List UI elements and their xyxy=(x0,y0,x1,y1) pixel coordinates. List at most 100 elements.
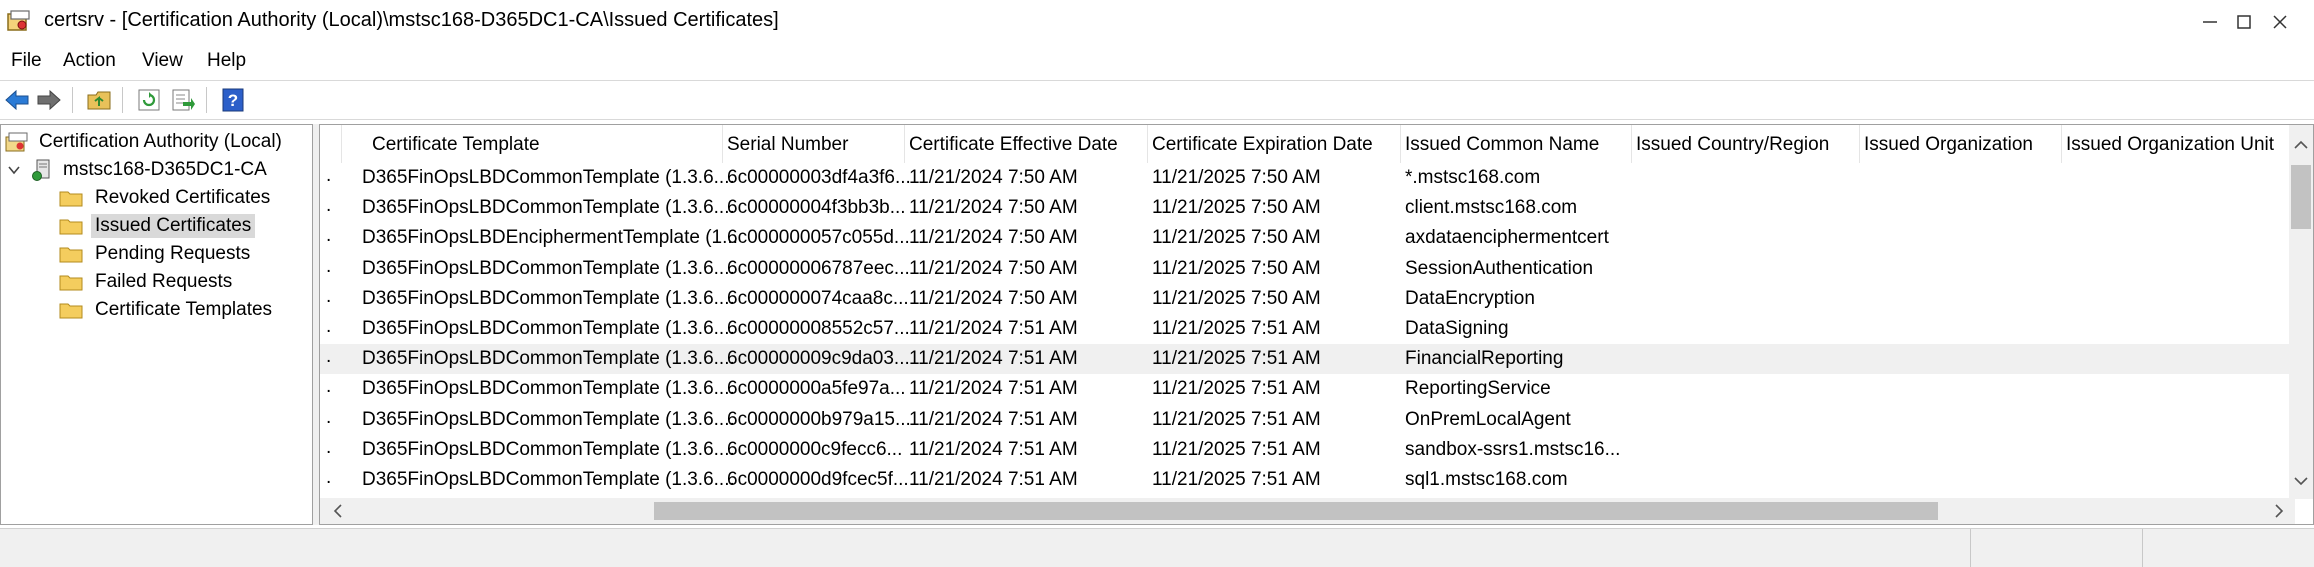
cell-cn: FinancialReporting xyxy=(1405,348,1564,370)
column-header-issued-country[interactable]: Issued Country/Region xyxy=(1632,125,1860,163)
cell-effective: 11/21/2024 7:51 AM xyxy=(909,438,1078,460)
refresh-button[interactable] xyxy=(134,85,164,115)
horizontal-scrollbar[interactable] xyxy=(320,498,2295,524)
cell-cn: sandbox-ssrs1.mstsc16... xyxy=(1405,438,1621,460)
column-header-issued-common-name[interactable]: Issued Common Name xyxy=(1401,125,1632,163)
menu-action[interactable]: Action xyxy=(63,50,116,72)
svg-text:?: ? xyxy=(228,91,238,110)
table-row[interactable]: . D365FinOpsLBDEnciphermentTemplate (1...… xyxy=(320,223,2295,253)
row-marker: . xyxy=(326,316,332,337)
table-row[interactable]: . D365FinOpsLBDCommonTemplate (1.3.6.... 6… xyxy=(320,163,2295,193)
table-row[interactable]: . D365FinOpsLBDCommonTemplate (1.3.6.... 6… xyxy=(320,465,2295,495)
table-row[interactable]: . D365FinOpsLBDCommonTemplate (1.3.6.... 6… xyxy=(320,193,2295,223)
horizontal-scroll-thumb[interactable] xyxy=(654,502,1938,520)
cell-template: D365FinOpsLBDCommonTemplate (1.3.6.... xyxy=(362,348,735,370)
cell-serial: 6c0000000a5fe97a... xyxy=(727,378,906,400)
tree-ca-node[interactable]: mstsc168-D365DC1-CA xyxy=(7,157,271,183)
column-header-effective-date[interactable]: Certificate Effective Date xyxy=(905,125,1148,163)
table-row[interactable]: . D365FinOpsLBDCommonTemplate (1.3.6.... 6… xyxy=(320,435,2295,465)
cell-template: D365FinOpsLBDCommonTemplate (1.3.6.... xyxy=(362,167,735,188)
cell-effective: 11/21/2024 7:51 AM xyxy=(909,378,1078,400)
cell-template: D365FinOpsLBDCommonTemplate (1.3.6.... xyxy=(362,438,735,460)
row-marker: . xyxy=(326,436,332,458)
console-tree[interactable]: Certification Authority (Local) mstsc168… xyxy=(0,124,313,525)
toolbar-separator xyxy=(206,87,207,113)
menu-view[interactable]: View xyxy=(142,50,183,72)
row-marker: . xyxy=(326,195,332,217)
cell-template: D365FinOpsLBDCommonTemplate (1.3.6.... xyxy=(362,197,735,219)
row-marker: . xyxy=(326,285,332,307)
column-header-marker[interactable] xyxy=(320,125,342,163)
cell-effective: 11/21/2024 7:50 AM xyxy=(909,167,1078,188)
chevron-down-icon[interactable] xyxy=(7,163,21,177)
results-list[interactable]: Certificate Template Serial Number Certi… xyxy=(319,124,2314,525)
column-header-row: Certificate Template Serial Number Certi… xyxy=(320,125,2295,163)
up-folder-icon xyxy=(87,91,111,110)
row-marker: . xyxy=(326,406,332,428)
status-divider xyxy=(2142,529,2143,567)
cell-serial: 6c0000000c9fecc6... xyxy=(727,438,903,460)
tree-item-label: Issued Certificates xyxy=(91,214,256,238)
tree-item-revoked-certificates[interactable]: Revoked Certificates xyxy=(59,185,274,211)
export-list-button[interactable] xyxy=(168,85,198,115)
back-button[interactable] xyxy=(2,85,32,115)
tree-root[interactable]: Certification Authority (Local) xyxy=(5,129,286,155)
cell-cn: client.mstsc168.com xyxy=(1405,197,1578,219)
folder-icon xyxy=(59,191,83,207)
toolbar: ? xyxy=(0,81,2314,120)
certification-authority-icon xyxy=(5,132,28,152)
table-row[interactable]: . D365FinOpsLBDCommonTemplate (1.3.6.... 6… xyxy=(320,405,2295,435)
scroll-up-icon[interactable] xyxy=(2289,133,2313,157)
table-row[interactable]: . D365FinOpsLBDCommonTemplate (1.3.6.... 6… xyxy=(320,344,2295,375)
cell-serial: 6c00000008552c57... xyxy=(727,318,910,339)
tree-item-failed-requests[interactable]: Failed Requests xyxy=(59,269,236,295)
forward-button[interactable] xyxy=(34,85,64,115)
ca-server-icon xyxy=(32,159,50,181)
tree-item-label: Certificate Templates xyxy=(95,299,273,320)
cell-serial: 6c00000003df4a3f6... xyxy=(727,167,911,188)
cell-cn: DataSigning xyxy=(1405,318,1509,339)
up-level-button[interactable] xyxy=(84,85,114,115)
cell-effective: 11/21/2024 7:51 AM xyxy=(909,469,1078,490)
table-row[interactable]: . D365FinOpsLBDCommonTemplate (1.3.6.... 6… xyxy=(320,254,2295,284)
tree-item-issued-certificates[interactable]: Issued Certificates xyxy=(59,213,256,239)
column-header-expiration-date[interactable]: Certificate Expiration Date xyxy=(1148,125,1401,163)
cell-serial: 6c00000004f3bb3b... xyxy=(727,197,906,219)
vertical-scrollbar[interactable] xyxy=(2289,125,2313,499)
cell-expiration: 11/21/2025 7:50 AM xyxy=(1152,287,1321,309)
tree-item-pending-requests[interactable]: Pending Requests xyxy=(59,241,254,267)
forward-arrow-icon xyxy=(37,89,61,111)
cell-serial: 6c000000057c055d... xyxy=(727,227,910,249)
column-header-issued-organization-unit[interactable]: Issued Organization Unit xyxy=(2062,125,2295,163)
cell-template: D365FinOpsLBDEnciphermentTemplate (1... xyxy=(362,227,738,249)
column-header-issued-organization[interactable]: Issued Organization xyxy=(1860,125,2062,163)
vertical-scroll-thumb[interactable] xyxy=(2291,165,2311,229)
cell-template: D365FinOpsLBDCommonTemplate (1.3.6.... xyxy=(362,287,735,309)
cell-expiration: 11/21/2025 7:50 AM xyxy=(1152,257,1321,279)
toolbar-separator xyxy=(72,87,73,113)
menu-help[interactable]: Help xyxy=(207,50,246,72)
cell-expiration: 11/21/2025 7:51 AM xyxy=(1152,318,1321,339)
table-row[interactable]: . D365FinOpsLBDCommonTemplate (1.3.6.... 6… xyxy=(320,314,2295,344)
scroll-down-icon[interactable] xyxy=(2289,469,2313,493)
column-header-serial-number[interactable]: Serial Number xyxy=(723,125,905,163)
column-header-certificate-template[interactable]: Certificate Template xyxy=(342,125,723,163)
tree-item-certificate-templates[interactable]: Certificate Templates xyxy=(59,297,276,323)
menu-file[interactable]: File xyxy=(11,50,42,72)
cell-serial: 6c00000006787eec... xyxy=(727,257,910,279)
help-button[interactable]: ? xyxy=(218,85,248,115)
cell-expiration: 11/21/2025 7:50 AM xyxy=(1152,167,1321,188)
cell-template: D365FinOpsLBDCommonTemplate (1.3.6.... xyxy=(362,469,735,490)
cell-effective: 11/21/2024 7:50 AM xyxy=(909,197,1078,219)
scroll-right-icon[interactable] xyxy=(2267,499,2291,523)
table-row[interactable]: . D365FinOpsLBDCommonTemplate (1.3.6.... 6… xyxy=(320,284,2295,314)
row-marker: . xyxy=(326,255,332,277)
cell-expiration: 11/21/2025 7:51 AM xyxy=(1152,438,1321,460)
window-title: certsrv - [Certification Authority (Loca… xyxy=(44,9,779,31)
cell-cn: SessionAuthentication xyxy=(1405,257,1594,279)
cell-cn: axdataenciphermentcert xyxy=(1405,227,1609,249)
scroll-left-icon[interactable] xyxy=(326,499,350,523)
close-button[interactable] xyxy=(2246,0,2314,44)
table-row[interactable]: . D365FinOpsLBDCommonTemplate (1.3.6.... 6… xyxy=(320,374,2295,404)
tree-root-label: Certification Authority (Local) xyxy=(39,131,282,152)
